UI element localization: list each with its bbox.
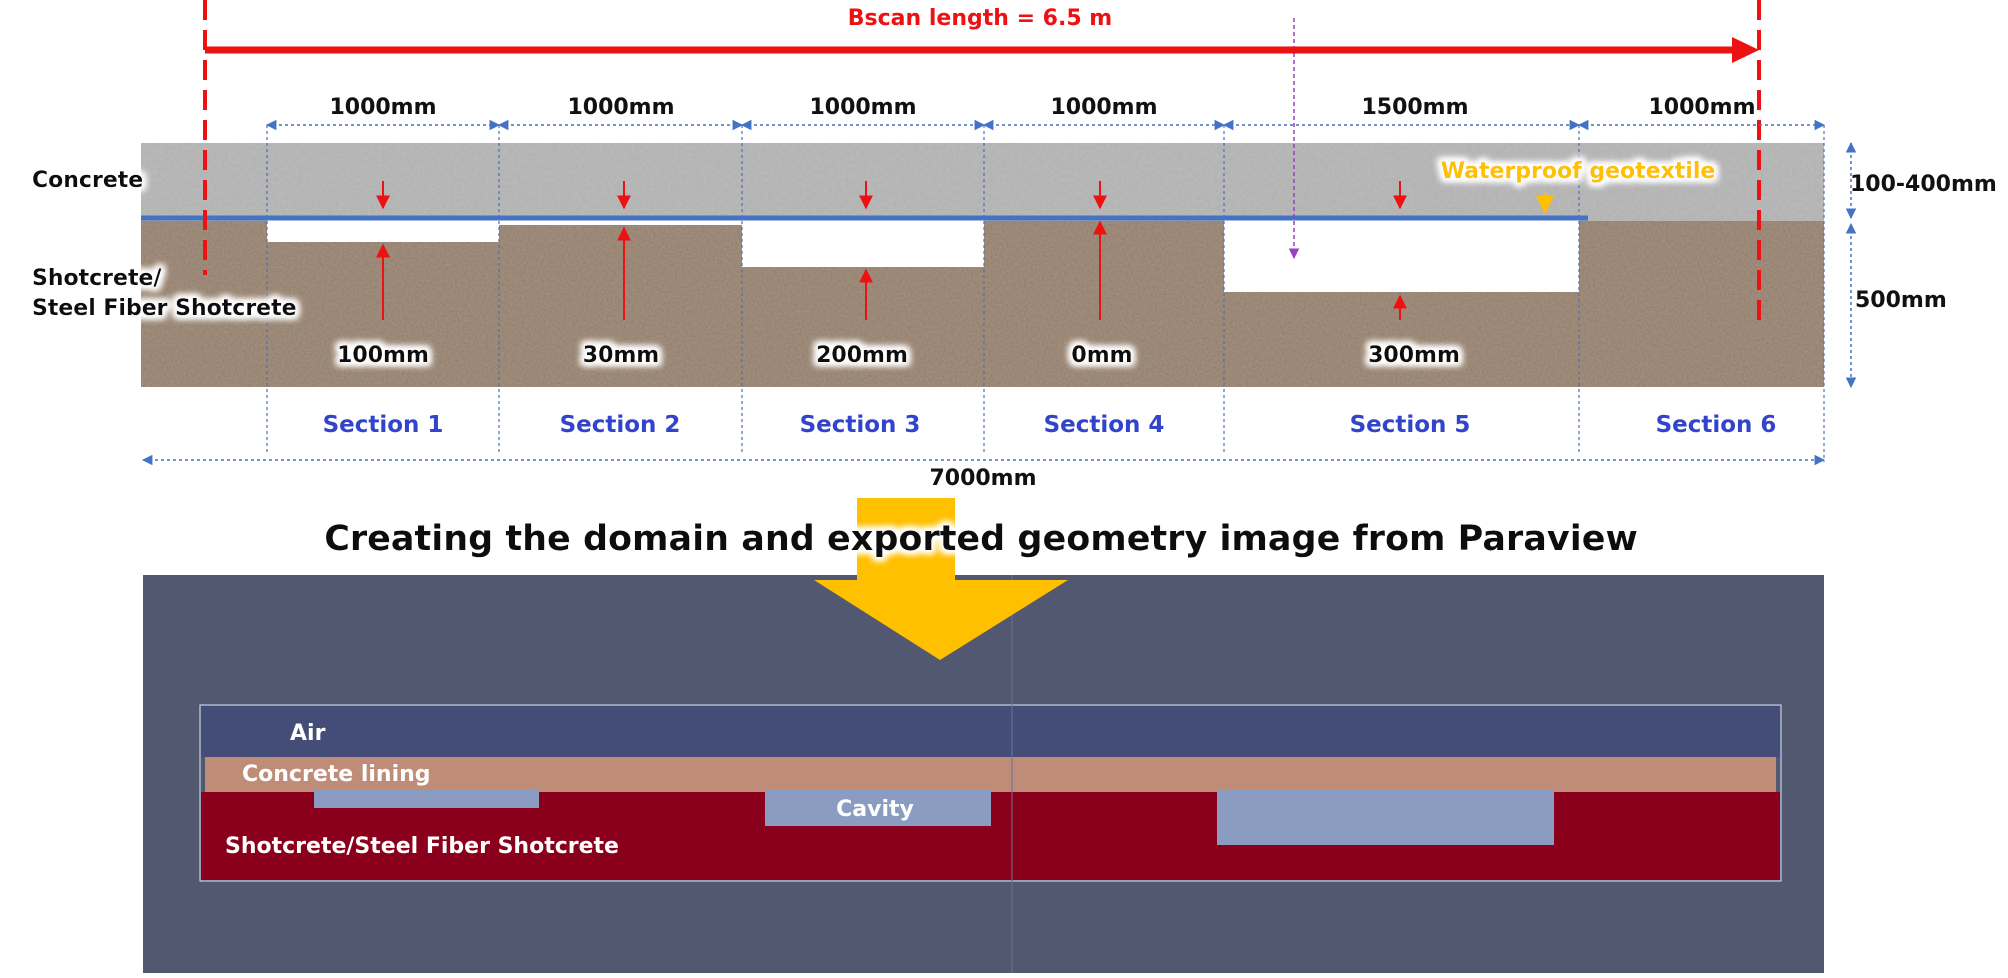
concrete-label: Concrete	[32, 168, 143, 193]
cavity-depth-label: 0mm	[1071, 343, 1132, 368]
tunnel-lining-diagram: Bscan length = 6.5 m 1000mm 1000mm 1000m…	[32, 0, 1997, 973]
concrete-lining-label: Concrete lining	[242, 762, 431, 787]
cavity-depth-label: 300mm	[1368, 343, 1460, 368]
section-width-label: 1000mm	[1050, 95, 1157, 120]
concrete-lining-layer	[205, 757, 1776, 792]
cavity-label: Cavity	[836, 797, 914, 822]
total-width-label: 7000mm	[929, 466, 1036, 491]
bscan-length-arrow	[205, 37, 1759, 63]
section-label: Section 4	[1044, 412, 1165, 438]
shotcrete-model-label: Shotcrete/Steel Fiber Shotcrete	[225, 834, 619, 859]
section-width-label: 1000mm	[1648, 95, 1755, 120]
section-width-label: 1500mm	[1361, 95, 1468, 120]
section-labels: Section 1 Section 2 Section 3 Section 4 …	[323, 412, 1777, 438]
air-layer	[201, 706, 1780, 757]
cavity-section-5	[1224, 219, 1579, 292]
section-width-label: 1000mm	[809, 95, 916, 120]
section-label: Section 2	[560, 412, 681, 438]
section-label: Section 1	[323, 412, 444, 438]
bscan-length-label: Bscan length = 6.5 m	[848, 6, 1112, 31]
concrete-thickness-label: 100-400mm	[1850, 172, 1997, 197]
transition-caption: Creating the domain and exported geometr…	[324, 519, 1638, 559]
cavity-depth-label: 200mm	[816, 343, 908, 368]
cavity-model-1	[314, 790, 539, 808]
paraview-geometry-panel: Air Concrete lining Cavity Shotcrete/Ste…	[143, 575, 1824, 973]
shotcrete-label-line2: Steel Fiber Shotcrete	[32, 296, 297, 321]
cavity-depth-label: 30mm	[583, 343, 659, 368]
section-width-label: 1000mm	[329, 95, 436, 120]
section-label: Section 6	[1656, 412, 1777, 438]
air-label: Air	[290, 721, 326, 746]
section-label: Section 3	[800, 412, 921, 438]
cavity-depth-label: 100mm	[337, 343, 429, 368]
cavity-model-3	[1217, 790, 1554, 845]
shotcrete-label-line1: Shotcrete/	[32, 266, 162, 291]
cavity-section-1	[267, 219, 499, 242]
waterproof-geotextile-label: Waterproof geotextile	[1441, 159, 1716, 184]
section-width-label: 1000mm	[567, 95, 674, 120]
section-label: Section 5	[1350, 412, 1471, 438]
shotcrete-thickness-label: 500mm	[1855, 288, 1947, 313]
section-width-labels: 1000mm 1000mm 1000mm 1000mm 1500mm 1000m…	[329, 95, 1755, 120]
cavity-section-3	[742, 219, 984, 267]
